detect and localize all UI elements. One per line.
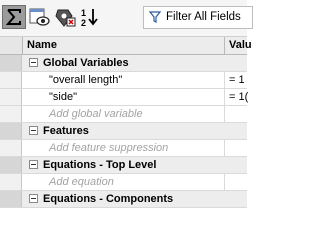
row-gutter bbox=[0, 55, 22, 71]
collapse-toggle-icon[interactable] bbox=[29, 160, 38, 169]
group-label: Equations - Components bbox=[43, 193, 174, 205]
variable-row[interactable]: "side" = 1( bbox=[0, 89, 248, 106]
row-gutter bbox=[0, 106, 22, 122]
row-gutter bbox=[0, 191, 22, 207]
sort-order-icon: 1 2 bbox=[81, 8, 98, 28]
summation-icon bbox=[5, 9, 21, 25]
add-feature-suppression-row[interactable]: Add feature suppression bbox=[0, 140, 247, 157]
group-label: Global Variables bbox=[43, 57, 129, 69]
variable-name[interactable]: "overall length" bbox=[49, 74, 122, 86]
header-corner[interactable] bbox=[0, 37, 23, 54]
add-feature-suppression-placeholder[interactable]: Add feature suppression bbox=[49, 142, 168, 154]
view-button[interactable] bbox=[27, 5, 51, 29]
column-name-header[interactable]: Name bbox=[27, 39, 57, 51]
row-gutter bbox=[0, 174, 22, 190]
group-row-global-variables[interactable]: Global Variables bbox=[0, 55, 247, 72]
grid-header: Name Valu bbox=[0, 37, 252, 55]
add-equation-row[interactable]: Add equation bbox=[0, 174, 247, 191]
sort-order-button[interactable]: 1 2 bbox=[78, 5, 102, 29]
collapse-toggle-icon[interactable] bbox=[29, 126, 38, 135]
collapse-toggle-icon[interactable] bbox=[29, 194, 38, 203]
group-row-features[interactable]: Features bbox=[0, 123, 247, 140]
svg-text:1: 1 bbox=[81, 8, 86, 18]
row-gutter bbox=[0, 123, 22, 139]
filter-label: Filter All Fields bbox=[166, 11, 241, 23]
cell-divider bbox=[224, 106, 225, 123]
group-row-equations-top-level[interactable]: Equations - Top Level bbox=[0, 157, 247, 174]
variable-value[interactable]: = 1 bbox=[229, 74, 245, 86]
summation-button[interactable] bbox=[2, 5, 26, 29]
funnel-icon bbox=[149, 11, 161, 23]
row-gutter bbox=[0, 157, 22, 173]
column-divider[interactable] bbox=[224, 37, 225, 54]
variable-value[interactable]: = 1( bbox=[229, 91, 248, 103]
toolbar: 1 2 Filter All Fields bbox=[0, 0, 253, 37]
cell-divider bbox=[224, 89, 225, 106]
cell-divider bbox=[224, 174, 225, 191]
add-global-variable-row[interactable]: Add global variable bbox=[0, 106, 247, 123]
row-gutter bbox=[0, 89, 22, 105]
eye-view-icon bbox=[29, 8, 50, 26]
row-gutter bbox=[0, 72, 22, 88]
column-value-header[interactable]: Valu bbox=[229, 39, 252, 51]
cell-divider bbox=[224, 140, 225, 157]
group-label: Features bbox=[43, 125, 89, 137]
variable-name[interactable]: "side" bbox=[49, 91, 77, 103]
cell-divider bbox=[224, 72, 225, 89]
equations-grid: Name Valu Global Variables "overall leng… bbox=[0, 37, 252, 209]
svg-text:2: 2 bbox=[81, 18, 86, 28]
add-global-variable-placeholder[interactable]: Add global variable bbox=[49, 108, 143, 120]
group-row-equations-components[interactable]: Equations - Components bbox=[0, 191, 247, 208]
collapse-toggle-icon[interactable] bbox=[29, 58, 38, 67]
group-label: Equations - Top Level bbox=[43, 159, 157, 171]
filter-all-fields[interactable]: Filter All Fields bbox=[143, 6, 253, 29]
row-gutter bbox=[0, 140, 22, 156]
variable-row[interactable]: "overall length" = 1 bbox=[0, 72, 247, 89]
suppression-icon bbox=[55, 9, 76, 27]
suppression-button[interactable] bbox=[52, 5, 76, 29]
add-equation-placeholder[interactable]: Add equation bbox=[49, 176, 114, 188]
